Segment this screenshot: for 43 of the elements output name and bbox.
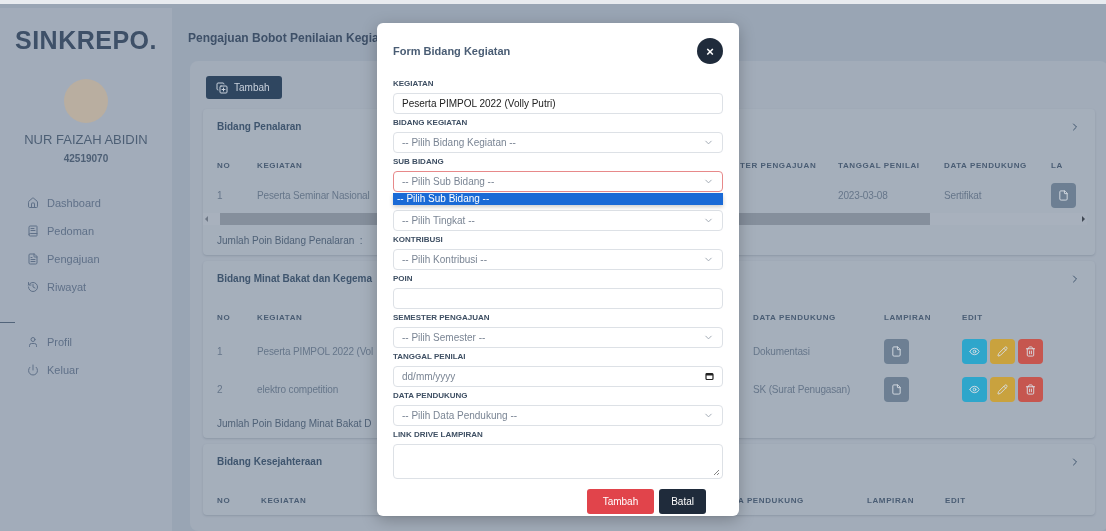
section-title: Bidang Kesejahteraan [217,456,323,467]
column-header: NO [217,160,231,170]
field-label: KEGIATAN [393,79,435,89]
user-id: 42519070 [63,153,109,164]
field-label: SEMESTER PENGAJUAN [393,313,491,323]
table-cell: Sertifikat [944,189,982,201]
table-cell: Peserta Seminar Nasional [257,189,370,201]
column-header: LAMPIRAN [867,495,915,505]
column-header: KEGIATAN [257,312,303,322]
section-title: Bidang Penalaran [217,121,302,132]
table-cell: elektro competition [257,383,339,395]
modal-title: Form Bidang Kegiatan [393,45,511,57]
column-header: EDIT [945,495,966,505]
table-cell: SK (Surat Penugasan) [753,383,851,395]
column-header: KEGIATAN [257,160,303,170]
table-cell: 2023-03-08 [838,189,888,201]
field-label: DATA PENDUKUNG [393,391,469,401]
section-title: Bidang Minat Bakat dan Kegema [217,273,373,284]
table-cell: 1 [217,189,223,201]
column-header: DATA PENDUKUNG [753,312,836,322]
column-header: TER PENGAJUAN [740,160,817,170]
column-header: LA [1051,160,1063,170]
field-label: SUB BIDANG [393,157,445,167]
column-header: NO [217,495,231,505]
field-label: KONTRIBUSI [393,235,444,245]
column-header: NO [217,312,231,322]
column-header: KEGIATAN [261,495,307,505]
field-label: TANGGAL PENILAI [393,352,467,362]
column-header: TANGGAL PENILAI [838,160,920,170]
field-label: BIDANG KEGIATAN [393,118,469,128]
table-cell: Dokumentasi [753,345,810,357]
column-header: DATA PENDUKUNG [944,160,1027,170]
column-header: EDIT [962,312,983,322]
field-label: POIN [393,274,414,284]
column-header: LAMPIRAN [884,312,932,322]
points-total: Jumlah Poin Bidang Penalaran : [217,234,363,246]
user-name: NUR FAIZAH ABIDIN [24,132,148,147]
table-cell: 2 [217,383,223,395]
logo: SINKREPO. [15,26,157,55]
table-cell: 1 [217,345,223,357]
points-total: Jumlah Poin Bidang Minat Bakat D [217,417,372,429]
field-label: LINK DRIVE LAMPIRAN [393,430,484,440]
table-cell: Peserta PIMPOL 2022 (Vol [257,345,374,357]
